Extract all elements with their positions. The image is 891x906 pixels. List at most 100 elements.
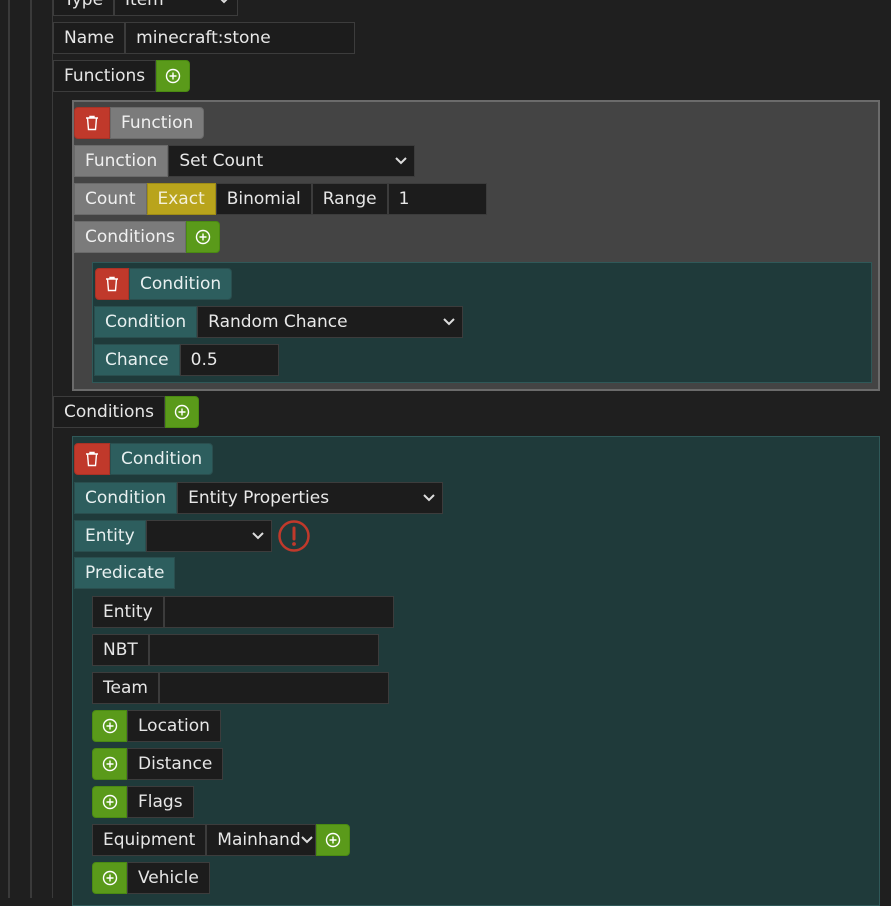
count-label: Count xyxy=(74,183,147,215)
conditions-row: Conditions xyxy=(53,396,199,428)
type-value: Item xyxy=(125,0,164,10)
plus-circle-icon xyxy=(102,870,117,886)
add-condition-button[interactable] xyxy=(164,396,199,428)
nbt-label: NBT xyxy=(92,634,149,666)
predicate-entity-input[interactable] xyxy=(163,596,394,628)
plus-circle-icon xyxy=(165,68,181,84)
function-condition-select[interactable]: Random Chance xyxy=(197,306,464,338)
chevron-down-icon xyxy=(442,315,456,329)
trash-icon xyxy=(86,451,98,467)
add-location-button[interactable] xyxy=(92,710,127,742)
entity-select[interactable] xyxy=(145,520,272,552)
predicate-entity-label: Entity xyxy=(92,596,164,628)
predicate-label: Predicate xyxy=(74,557,176,589)
delete-condition-button[interactable] xyxy=(74,443,110,475)
functions-row: Functions xyxy=(53,60,191,92)
function-condition-type-row: Condition Random Chance xyxy=(94,306,464,338)
type-select[interactable]: Item xyxy=(114,0,239,16)
distance-label: Distance xyxy=(127,748,224,780)
condition-value: Entity Properties xyxy=(188,488,330,508)
nbt-input[interactable] xyxy=(148,634,379,666)
add-flags-button[interactable] xyxy=(92,786,127,818)
chevron-down-icon xyxy=(300,833,313,847)
location-label: Location xyxy=(127,710,221,742)
chevron-down-icon xyxy=(217,0,231,7)
predicate-entity-row: Entity xyxy=(92,596,394,628)
flags-row: Flags xyxy=(92,786,194,818)
equipment-select[interactable]: Mainhand xyxy=(206,824,317,856)
entity-label: Entity xyxy=(74,520,146,552)
count-value: 1 xyxy=(398,189,410,209)
plus-circle-icon xyxy=(102,756,117,772)
chevron-down-icon xyxy=(422,491,436,505)
name-value: minecraft:stone xyxy=(136,28,271,48)
function-condition-label: Condition xyxy=(94,306,198,338)
add-function-button[interactable] xyxy=(156,60,191,92)
team-label: Team xyxy=(92,672,159,704)
location-row: Location xyxy=(92,710,221,742)
delete-function-button[interactable] xyxy=(74,107,110,139)
count-input[interactable]: 1 xyxy=(387,183,487,215)
function-value: Set Count xyxy=(179,151,264,171)
predicate-row: Predicate xyxy=(74,557,176,589)
plus-circle-icon xyxy=(102,718,117,734)
condition-header: Condition xyxy=(74,443,214,475)
function-label: Function xyxy=(74,145,169,177)
function-type-row: Function Set Count xyxy=(74,145,416,177)
tree-guide-line xyxy=(52,0,53,898)
chance-input[interactable]: 0.5 xyxy=(179,344,279,376)
flags-label: Flags xyxy=(127,786,194,818)
condition-header-label: Condition xyxy=(110,443,214,475)
function-condition-header: Condition xyxy=(95,268,233,300)
plus-circle-icon xyxy=(174,404,190,420)
chance-label: Chance xyxy=(94,344,180,376)
chance-row: Chance 0.5 xyxy=(94,344,279,376)
function-condition-header-label: Condition xyxy=(129,268,233,300)
count-range-button[interactable]: Range xyxy=(311,183,388,215)
error-icon xyxy=(277,520,310,552)
name-label: Name xyxy=(53,22,126,54)
entity-row: Entity xyxy=(74,520,310,552)
tree-guide-line xyxy=(30,0,32,898)
condition-type-row: Condition Entity Properties xyxy=(74,482,444,514)
equipment-row: Equipment Mainhand xyxy=(92,824,351,856)
add-equipment-button[interactable] xyxy=(316,824,351,856)
nbt-row: NBT xyxy=(92,634,379,666)
count-row: Count Exact Binomial Range 1 xyxy=(74,183,487,215)
delete-function-condition-button[interactable] xyxy=(95,268,129,300)
conditions-label: Conditions xyxy=(53,396,165,428)
functions-label: Functions xyxy=(53,60,157,92)
equipment-value: Mainhand xyxy=(217,830,301,850)
function-conditions-label: Conditions xyxy=(74,221,186,253)
function-conditions-row: Conditions xyxy=(74,221,220,253)
plus-circle-icon xyxy=(195,229,211,245)
condition-label: Condition xyxy=(74,482,178,514)
type-row: Type Item xyxy=(53,0,239,16)
team-input[interactable] xyxy=(158,672,389,704)
add-vehicle-button[interactable] xyxy=(92,862,127,894)
count-binomial-button[interactable]: Binomial xyxy=(215,183,312,215)
team-row: Team xyxy=(92,672,389,704)
chevron-down-icon xyxy=(251,529,265,543)
tree-guide-line xyxy=(8,0,10,898)
count-exact-button[interactable]: Exact xyxy=(146,183,216,215)
name-input[interactable]: minecraft:stone xyxy=(125,22,356,54)
chevron-down-icon xyxy=(394,154,408,168)
trash-icon xyxy=(106,276,118,292)
vehicle-label: Vehicle xyxy=(127,862,210,894)
function-select[interactable]: Set Count xyxy=(168,145,416,177)
condition-select[interactable]: Entity Properties xyxy=(177,482,444,514)
plus-circle-icon xyxy=(102,794,117,810)
function-header-label: Function xyxy=(110,107,205,139)
name-row: Name minecraft:stone xyxy=(53,22,356,54)
vehicle-row: Vehicle xyxy=(92,862,210,894)
add-distance-button[interactable] xyxy=(92,748,127,780)
distance-row: Distance xyxy=(92,748,224,780)
function-header: Function xyxy=(74,107,205,139)
function-condition-value: Random Chance xyxy=(208,312,348,332)
chance-value: 0.5 xyxy=(190,350,218,370)
equipment-label: Equipment xyxy=(92,824,207,856)
type-label: Type xyxy=(53,0,115,16)
plus-circle-icon xyxy=(326,832,341,848)
add-function-condition-button[interactable] xyxy=(185,221,220,253)
